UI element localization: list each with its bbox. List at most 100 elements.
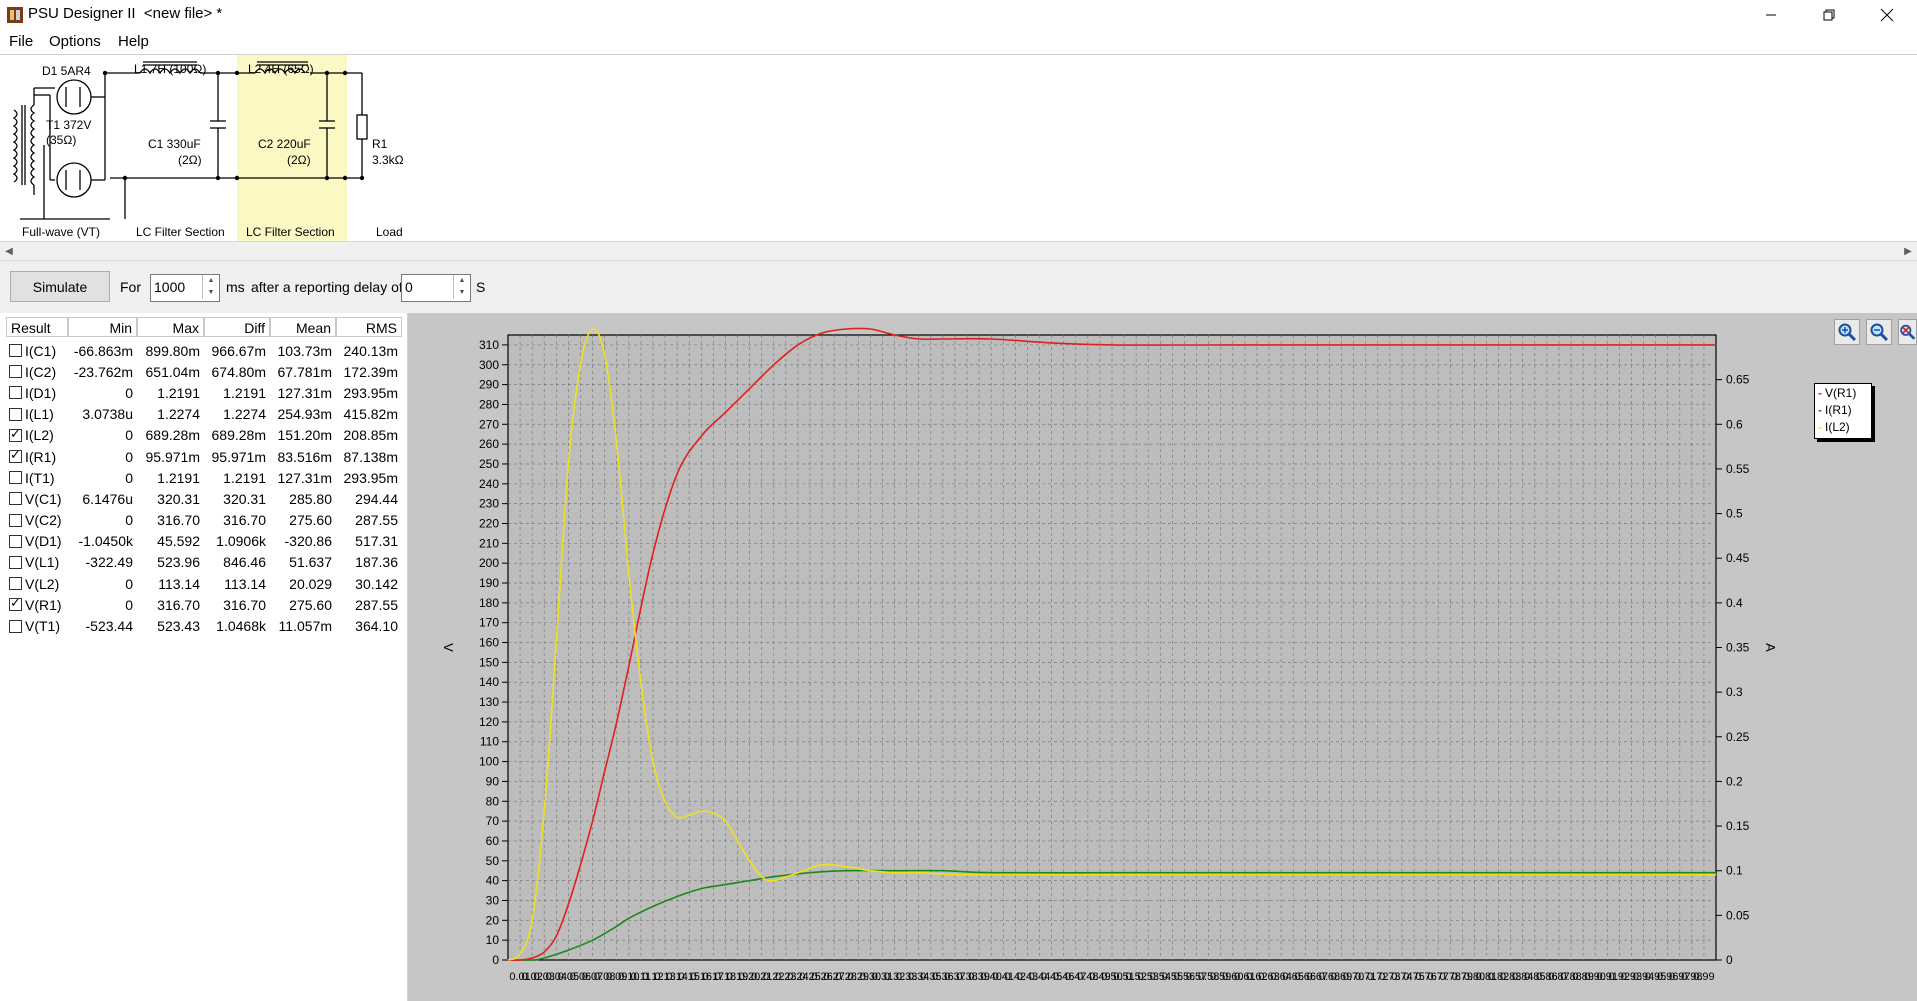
result-min-cell: 0 bbox=[125, 469, 133, 486]
y-left-tick-label: 70 bbox=[486, 814, 500, 828]
y-right-axis-label: A bbox=[1763, 643, 1778, 652]
result-checkbox[interactable] bbox=[9, 386, 22, 400]
zoom-reset-button[interactable] bbox=[1898, 319, 1917, 345]
result-checkbox[interactable] bbox=[9, 513, 22, 527]
menu-options[interactable]: Options bbox=[49, 33, 101, 50]
delay-spin-arrows[interactable]: ▲ ▼ bbox=[453, 275, 470, 299]
result-min-cell: 3.0738u bbox=[82, 406, 133, 423]
result-name-cell: V(R1) bbox=[6, 595, 68, 613]
table-row[interactable]: V(T1) -523.44 523.43 1.0468k 11.057m 364.10 bbox=[6, 615, 402, 636]
column-header-max[interactable]: Max bbox=[137, 317, 204, 337]
column-header-diff[interactable]: Diff bbox=[204, 317, 270, 337]
legend-label: V(R1) bbox=[1825, 385, 1857, 400]
table-row[interactable]: I(D1) 0 1.2191 1.2191 127.31m 293.95m bbox=[6, 382, 402, 403]
duration-spinner[interactable]: ▲ ▼ bbox=[150, 274, 220, 302]
table-row[interactable]: I(R1) 0 95.971m 95.971m 83.516m 87.138m bbox=[6, 446, 402, 467]
menu-help[interactable]: Help bbox=[118, 33, 149, 50]
column-header-rms[interactable]: RMS bbox=[336, 317, 402, 337]
schematic-scrollbar[interactable]: ◀ ▶ bbox=[0, 241, 1917, 261]
y-left-tick-label: 30 bbox=[486, 893, 500, 907]
menu-file[interactable]: File bbox=[9, 33, 33, 50]
scroll-right-icon[interactable]: ▶ bbox=[1899, 242, 1917, 260]
spin-down-icon[interactable]: ▼ bbox=[454, 287, 470, 299]
result-name-cell: V(L2) bbox=[6, 576, 68, 592]
result-checkbox[interactable] bbox=[9, 471, 22, 485]
result-max-cell: 689.28m bbox=[145, 427, 200, 444]
table-row[interactable]: I(C2) -23.762m 651.04m 674.80m 67.781m 172.39… bbox=[6, 361, 402, 382]
result-diff-cell: 1.0906k bbox=[216, 533, 266, 550]
result-name: V(D1) bbox=[25, 533, 62, 550]
result-checkbox[interactable] bbox=[9, 492, 22, 506]
scroll-left-icon[interactable]: ◀ bbox=[0, 242, 18, 260]
result-mean-cell: -320.86 bbox=[284, 533, 332, 550]
result-checkbox[interactable] bbox=[9, 577, 22, 591]
spin-up-icon[interactable]: ▲ bbox=[203, 275, 219, 287]
legend-swatch: - bbox=[1818, 402, 1822, 417]
table-row[interactable]: I(C1) -66.863m 899.80m 966.67m 103.73m 240.13… bbox=[6, 340, 402, 361]
duration-spin-arrows[interactable]: ▲ ▼ bbox=[202, 275, 219, 299]
y-left-tick-label: 290 bbox=[479, 378, 499, 392]
table-row[interactable]: V(L1) -322.49 523.96 846.46 51.637 187.36 bbox=[6, 552, 402, 573]
result-max-cell: 316.70 bbox=[157, 512, 200, 529]
result-mean-cell: 127.31m bbox=[277, 384, 332, 401]
column-header-mean[interactable]: Mean bbox=[270, 317, 336, 337]
zoom-reset-icon bbox=[1900, 324, 1916, 340]
circuit-schematic[interactable]: D1 5AR4 L1 7H (100Ω) L2 4H (65Ω) T1 372V… bbox=[0, 55, 1917, 241]
chart[interactable]: 0.010.020.030.040.050.060.070.080.090.10… bbox=[408, 313, 1917, 1001]
result-checkbox[interactable] bbox=[9, 555, 22, 569]
d1-label: D1 5AR4 bbox=[42, 64, 91, 78]
result-min-cell: 0 bbox=[125, 384, 133, 401]
y-right-tick-label: 0.05 bbox=[1726, 908, 1750, 922]
table-row[interactable]: I(T1) 0 1.2191 1.2191 127.31m 293.95m bbox=[6, 467, 402, 488]
result-checkbox[interactable] bbox=[9, 534, 22, 548]
result-name: V(R1) bbox=[25, 596, 62, 613]
l2-label: L2 4H (65Ω) bbox=[248, 62, 314, 76]
y-right-tick-label: 0.6 bbox=[1726, 417, 1743, 431]
duration-input[interactable] bbox=[151, 275, 205, 299]
result-checkbox[interactable] bbox=[9, 595, 22, 612]
minimize-button[interactable] bbox=[1748, 0, 1794, 30]
legend-item: - I(R1) bbox=[1815, 401, 1871, 418]
result-name: V(C2) bbox=[25, 512, 62, 529]
result-checkbox[interactable] bbox=[9, 407, 22, 421]
delay-spinner[interactable]: ▲ ▼ bbox=[401, 274, 471, 302]
result-max-cell: 320.31 bbox=[157, 490, 200, 507]
y-left-tick-label: 120 bbox=[479, 715, 499, 729]
close-button[interactable] bbox=[1864, 0, 1910, 30]
result-rms-cell: 293.95m bbox=[343, 384, 398, 401]
result-diff-cell: 320.31 bbox=[223, 490, 266, 507]
y-left-tick-label: 180 bbox=[479, 596, 499, 610]
zoom-out-button[interactable] bbox=[1866, 319, 1892, 345]
result-checkbox[interactable] bbox=[9, 365, 22, 379]
result-name: I(T1) bbox=[25, 469, 55, 486]
spin-down-icon[interactable]: ▼ bbox=[203, 287, 219, 299]
column-header-result[interactable]: Result bbox=[6, 317, 68, 337]
spin-up-icon[interactable]: ▲ bbox=[454, 275, 470, 287]
table-row[interactable]: V(D1) -1.0450k 45.592 1.0906k -320.86 517.31 bbox=[6, 531, 402, 552]
delay-input[interactable] bbox=[402, 275, 456, 299]
results-header: Result Min Max Diff Mean RMS bbox=[6, 317, 402, 339]
table-row[interactable]: I(L2) 0 689.28m 689.28m 151.20m 208.85m bbox=[6, 425, 402, 446]
legend-swatch: - bbox=[1818, 385, 1822, 400]
y-left-axis-label: V bbox=[441, 643, 456, 652]
zoom-in-button[interactable] bbox=[1834, 319, 1860, 345]
result-min-cell: 0 bbox=[125, 512, 133, 529]
result-checkbox[interactable] bbox=[9, 619, 22, 633]
table-row[interactable]: V(L2) 0 113.14 113.14 20.029 30.142 bbox=[6, 573, 402, 594]
c2-label: C2 220uF bbox=[258, 137, 311, 151]
restore-button[interactable] bbox=[1806, 0, 1852, 30]
result-min-cell: -23.762m bbox=[73, 363, 133, 380]
table-row[interactable]: V(C2) 0 316.70 316.70 275.60 287.55 bbox=[6, 510, 402, 531]
result-mean-cell: 275.60 bbox=[289, 512, 332, 529]
column-header-min[interactable]: Min bbox=[68, 317, 137, 337]
table-row[interactable]: V(R1) 0 316.70 316.70 275.60 287.55 bbox=[6, 594, 402, 615]
simulate-button[interactable]: Simulate bbox=[10, 271, 110, 302]
result-checkbox[interactable] bbox=[9, 426, 22, 442]
result-rms-cell: 293.95m bbox=[343, 469, 398, 486]
y-right-tick-label: 0.55 bbox=[1726, 462, 1750, 476]
result-checkbox[interactable] bbox=[9, 344, 22, 358]
chart-panel[interactable]: 0.01 0.02 0.03 0.04 0.05 0.06 0.07 0.08 0.09 0.10… bbox=[408, 313, 1917, 1001]
table-row[interactable]: V(C1) 6.1476u 320.31 320.31 285.80 294.44 bbox=[6, 488, 402, 509]
result-checkbox[interactable] bbox=[9, 447, 22, 464]
table-row[interactable]: I(L1) 3.0738u 1.2274 1.2274 254.93m 415.82m bbox=[6, 404, 402, 425]
